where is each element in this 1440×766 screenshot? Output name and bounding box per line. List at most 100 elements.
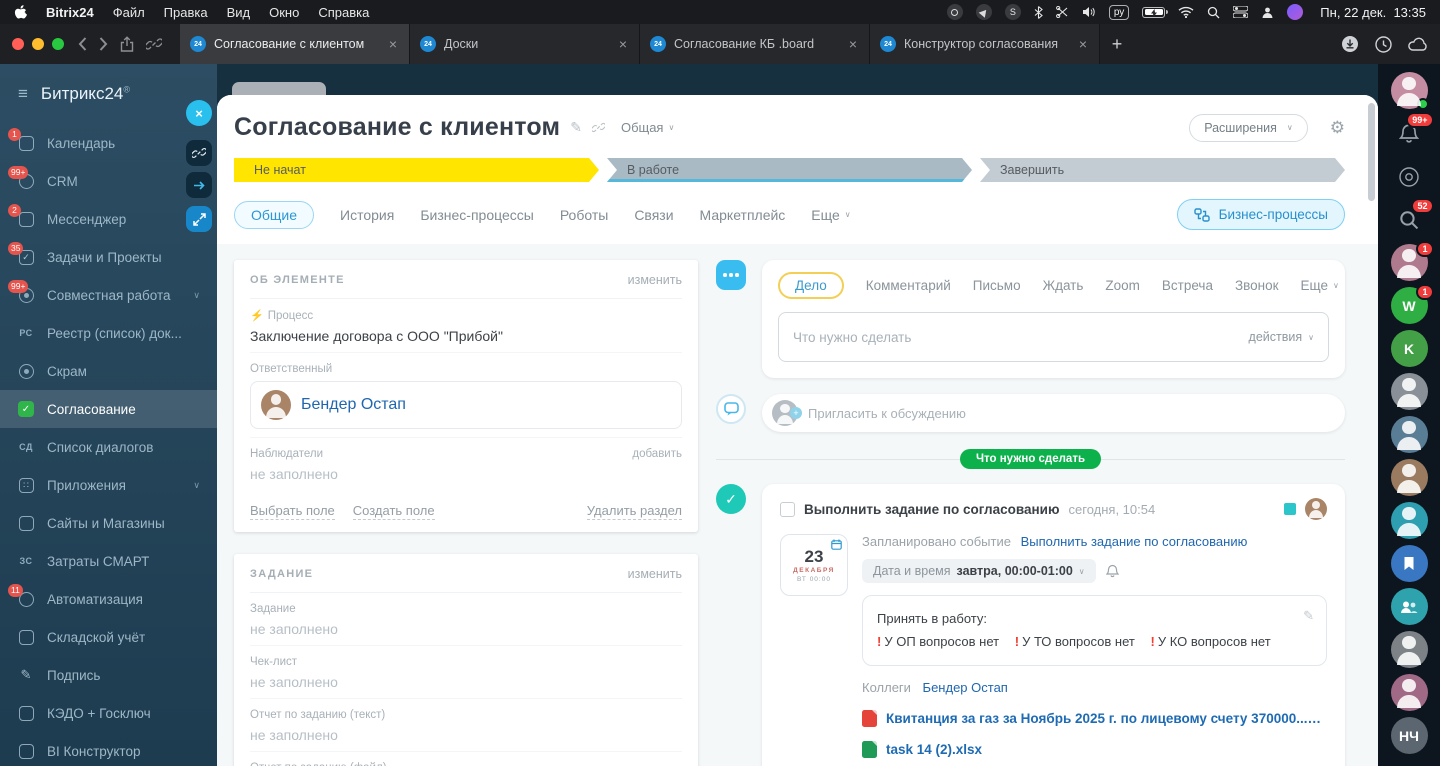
zoom-window-button[interactable] [52, 38, 64, 50]
history-icon[interactable] [1375, 35, 1392, 53]
create-field-link[interactable]: Создать поле [352, 503, 435, 520]
copy-link-icon[interactable] [146, 36, 162, 52]
extensions-dropdown[interactable]: Расширения ∨ [1189, 113, 1308, 142]
menu-file[interactable]: Файл [113, 5, 145, 20]
disc-icon[interactable] [1391, 158, 1428, 195]
sidebar-item-signature[interactable]: ✎ Подпись [0, 656, 217, 694]
hamburger-icon[interactable]: ≡ [18, 84, 28, 104]
tab-comment[interactable]: Комментарий [866, 278, 951, 293]
close-tab-icon[interactable]: × [847, 36, 859, 52]
new-tab-button[interactable]: + [1100, 24, 1134, 64]
field-report-text[interactable]: Отчет по заданию (текст) не заполнено [250, 699, 682, 752]
edit-note-icon[interactable]: ✎ [1303, 604, 1314, 627]
sidebar-item-dialog-list[interactable]: СД Список диалогов [0, 428, 217, 466]
control-center-icon[interactable] [1233, 6, 1249, 18]
chat-avatar[interactable] [1390, 416, 1428, 453]
tab-links[interactable]: Связи [634, 207, 673, 223]
user-switch-icon[interactable] [1261, 6, 1274, 19]
scissors-icon[interactable] [1055, 6, 1069, 18]
sidebar-item-messenger[interactable]: 2 Мессенджер [0, 200, 217, 238]
chat-avatar[interactable] [1390, 674, 1428, 711]
close-tab-icon[interactable]: × [387, 36, 399, 52]
sidebar-item-expenses[interactable]: ЗС Затраты СМАРТ [0, 542, 217, 580]
tab-deal[interactable]: Дело [778, 272, 844, 299]
planned-event-link[interactable]: Выполнить задание по согласованию [1021, 534, 1248, 549]
reminder-bell-icon[interactable] [1105, 564, 1119, 578]
stage-not-started[interactable]: Не начат [234, 158, 599, 182]
app-menu[interactable]: Bitrix24 [46, 5, 94, 20]
sidebar-item-automation[interactable]: 11 Автоматизация [0, 580, 217, 618]
sidebar-item-apps[interactable]: ∷ Приложения ∨ [0, 466, 217, 504]
menu-help[interactable]: Справка [318, 5, 369, 20]
share-icon[interactable] [120, 36, 134, 52]
responsible-name-link[interactable]: Бендер Остап [301, 396, 406, 414]
chat-avatar[interactable]: K [1390, 330, 1428, 367]
sidebar-item-bi[interactable]: BI Конструктор [0, 732, 217, 766]
tab-zoom[interactable]: Zoom [1105, 278, 1140, 293]
sidebar-item-calendar[interactable]: 1 Календарь [0, 124, 217, 162]
datetime-dropdown[interactable]: Дата и время завтра, 00:00-01:00 ∨ [862, 559, 1096, 583]
sidebar-item-tasks[interactable]: ✓ 35 Задачи и Проекты [0, 238, 217, 276]
chat-avatar[interactable] [1390, 502, 1428, 539]
stage-in-progress[interactable]: В работе [607, 158, 972, 182]
tab-business-processes[interactable]: Бизнес-процессы [420, 207, 533, 223]
apple-menu-icon[interactable] [14, 4, 27, 20]
sidebar-item-kedo[interactable]: КЭДО + Госключ [0, 694, 217, 732]
todo-input[interactable] [793, 329, 1239, 345]
edit-section-link[interactable]: изменить [628, 273, 682, 287]
chat-avatar[interactable]: W1 [1390, 284, 1434, 324]
menubar-profile-avatar[interactable] [1287, 4, 1304, 20]
field-task[interactable]: Задание не заполнено [250, 593, 682, 646]
bookmark-chat-icon[interactable] [1390, 545, 1428, 582]
menu-window[interactable]: Окно [269, 5, 299, 20]
expand-button[interactable] [186, 206, 212, 232]
close-panel-button[interactable]: × [186, 100, 212, 126]
menubar-clock[interactable]: Пн, 22 дек. 13:35 [1320, 5, 1426, 20]
spotlight-search-icon[interactable] [1207, 6, 1220, 19]
chat-avatar[interactable] [1390, 631, 1428, 668]
close-window-button[interactable] [12, 38, 24, 50]
location-icon[interactable] [975, 4, 992, 20]
calendar-widget[interactable]: 23 ДЕКАБРЯ ВТ 00:00 [780, 534, 848, 596]
shazam-icon[interactable]: S [1004, 4, 1021, 20]
chat-avatar[interactable]: НЧ [1390, 717, 1428, 754]
sidebar-item-crm[interactable]: 99+ CRM [0, 162, 217, 200]
sidebar-item-warehouse[interactable]: Складской учёт [0, 618, 217, 656]
input-language-badge[interactable]: ру [1108, 4, 1130, 20]
menu-edit[interactable]: Правка [164, 5, 208, 20]
tab-call[interactable]: Звонок [1235, 278, 1279, 293]
comment-input[interactable] [808, 405, 1335, 421]
chat-avatar[interactable] [1390, 459, 1428, 496]
forward-button[interactable] [99, 37, 108, 51]
entry-author-avatar[interactable] [1305, 498, 1327, 520]
select-field-link[interactable]: Выбрать поле [250, 503, 335, 520]
bluetooth-icon[interactable] [1034, 5, 1043, 19]
title-link-icon[interactable] [591, 121, 605, 134]
stage-finish[interactable]: Завершить [980, 158, 1345, 182]
tab-marketplace[interactable]: Маркетплейс [700, 207, 786, 223]
menu-view[interactable]: Вид [227, 5, 251, 20]
chat-search-icon[interactable]: 52 [1391, 198, 1434, 238]
field-report-file[interactable]: Отчет по заданию (файл) не заполнено [250, 752, 682, 766]
edit-section-link[interactable]: изменить [628, 567, 682, 581]
browser-tab-constructor[interactable]: 24 Конструктор согласования × [870, 24, 1100, 64]
tab-more[interactable]: Еще ∨ [1301, 278, 1339, 293]
tab-history[interactable]: История [340, 207, 394, 223]
back-button[interactable] [78, 37, 87, 51]
battery-icon[interactable] [1142, 6, 1169, 18]
entry-title[interactable]: Выполнить задание по согласованию [804, 502, 1060, 517]
downloads-icon[interactable] [1341, 35, 1359, 53]
settings-gear-icon[interactable]: ⚙ [1330, 118, 1345, 138]
camera-indicator-icon[interactable] [946, 4, 963, 20]
close-tab-icon[interactable]: × [617, 36, 629, 52]
actions-dropdown[interactable]: действия ∨ [1249, 330, 1314, 344]
business-processes-button[interactable]: Бизнес-процессы [1176, 199, 1345, 230]
tab-meeting[interactable]: Встреча [1162, 278, 1213, 293]
invite-avatar[interactable]: + [772, 400, 802, 426]
chat-avatar[interactable]: 1 [1390, 241, 1434, 281]
cloud-icon[interactable] [1408, 37, 1428, 51]
close-tab-icon[interactable]: × [1077, 36, 1089, 52]
group-chat-icon[interactable] [1390, 588, 1428, 625]
volume-icon[interactable] [1082, 6, 1096, 18]
delete-section-link[interactable]: Удалить раздел [586, 503, 682, 520]
